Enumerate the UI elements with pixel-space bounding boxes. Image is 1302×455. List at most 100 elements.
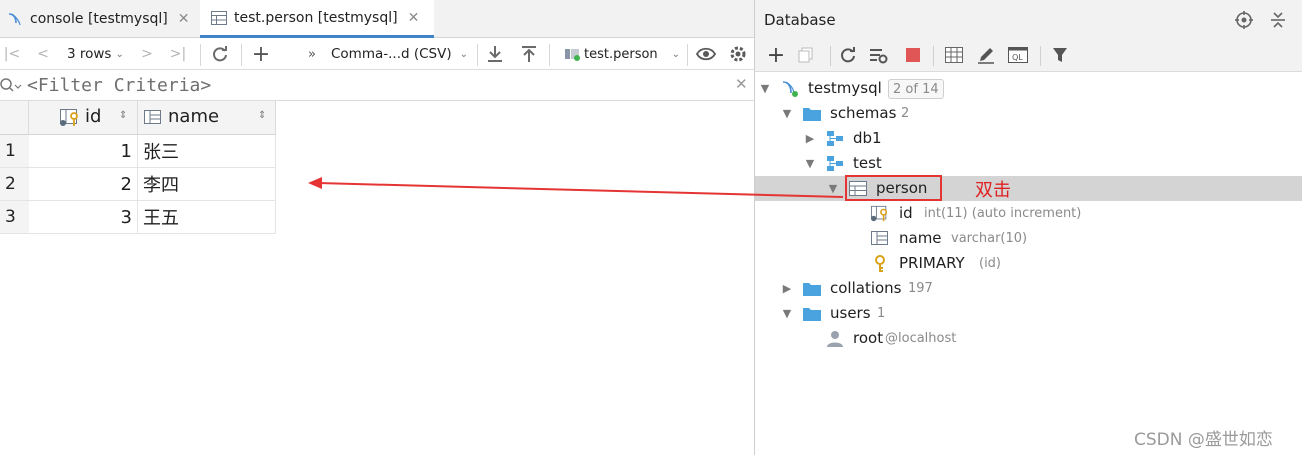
table-cell-name[interactable]: 张三 [138, 135, 276, 168]
column-header-name[interactable]: name ⇕ [138, 101, 276, 135]
table-cell-name[interactable]: 王五 [138, 201, 276, 234]
column-icon [144, 110, 162, 129]
chevron-down-icon[interactable]: ▼ [759, 82, 771, 95]
user-icon [826, 330, 844, 347]
upload-icon[interactable] [518, 38, 540, 70]
filter-icon[interactable] [1049, 44, 1071, 66]
tree-node-count: 197 [908, 281, 933, 296]
table-cell-id[interactable]: 3 [29, 201, 138, 234]
stop-icon[interactable] [902, 44, 924, 66]
add-row-icon[interactable]: + [249, 38, 273, 70]
table-icon [210, 10, 228, 26]
filter-bar[interactable]: <Filter Criteria> ✕ [0, 70, 754, 101]
row-number[interactable]: 3 [0, 201, 29, 234]
filter-input[interactable]: <Filter Criteria> [27, 75, 211, 96]
folder-icon [803, 305, 821, 322]
chevron-down-icon[interactable]: ▼ [781, 107, 793, 120]
export-format-selector[interactable]: Comma-...d (CSV) ⌄ [331, 38, 468, 70]
tab-test-person[interactable]: test.person [testmysql] ✕ [200, 0, 434, 38]
user-host: @localhost [885, 331, 957, 346]
close-icon[interactable]: ✕ [735, 75, 748, 93]
schema-settings-icon[interactable] [867, 44, 889, 66]
table-cell-name[interactable]: 李四 [138, 168, 276, 201]
view-icon[interactable] [694, 38, 718, 70]
download-icon[interactable] [484, 38, 506, 70]
tree-node-label: PRIMARY [899, 254, 965, 272]
first-page-icon[interactable]: |< [3, 38, 21, 70]
schema-icon [826, 155, 844, 172]
close-icon[interactable]: ✕ [178, 11, 190, 27]
crosshair-icon[interactable] [1235, 11, 1253, 33]
tree-node-label: schemas [830, 104, 897, 122]
refresh-icon[interactable] [837, 44, 859, 66]
rows-label: 3 rows [67, 46, 112, 62]
count-badge: 2 of 14 [888, 79, 944, 99]
toolbar-divider [933, 46, 934, 66]
close-icon[interactable]: ✕ [408, 10, 420, 26]
tree-node-label: collations [830, 279, 902, 297]
tree-node-test[interactable]: ▼ test [755, 151, 1302, 176]
table-editor-icon[interactable] [943, 44, 965, 66]
chevron-down-icon: ⌄ [671, 48, 681, 60]
next-page-icon[interactable]: > [138, 38, 156, 70]
query-console-icon[interactable]: QL [1007, 44, 1029, 66]
row-number[interactable]: 2 [0, 168, 29, 201]
tree-node-column-id[interactable]: id int(11) (auto increment) [755, 201, 1302, 226]
database-connection-icon [781, 80, 799, 97]
refresh-icon[interactable] [208, 38, 232, 70]
tree-node-label: test [853, 154, 882, 172]
rows-selector[interactable]: 3 rows ⌄ [67, 38, 124, 70]
toolbar-divider [200, 44, 201, 66]
primary-key-column-icon [871, 205, 889, 222]
edit-icon[interactable] [975, 44, 997, 66]
tree-node-users[interactable]: ▼ users 1 [755, 301, 1302, 326]
toolbar-divider [477, 44, 478, 66]
toolbar-divider [241, 44, 242, 66]
editor-tab-bar: console [testmysql] ✕ test.person [testm… [0, 0, 754, 38]
tab-test-person-label: test.person [testmysql] [234, 9, 398, 26]
editor-pane: console [testmysql] ✕ test.person [testm… [0, 0, 754, 455]
table-ref-selector[interactable]: test.person ⌄ [563, 38, 680, 70]
table-icon [563, 46, 581, 62]
more-icon[interactable]: » [303, 38, 321, 70]
last-page-icon[interactable]: >| [167, 38, 189, 70]
copy-icon[interactable] [795, 44, 817, 66]
annotation-label: 双击 [975, 180, 1011, 201]
gear-icon[interactable] [727, 38, 749, 70]
tree-node-label: testmysql [808, 79, 882, 97]
table-cell-id[interactable]: 1 [29, 135, 138, 168]
tree-node-schemas[interactable]: ▼ schemas 2 [755, 101, 1302, 126]
panel-title: Database [764, 11, 836, 29]
add-icon[interactable]: + [765, 43, 787, 68]
tree-node-person[interactable]: ▼ person [755, 176, 1302, 201]
column-header-id-label: id [85, 106, 102, 127]
chevron-down-icon[interactable]: ▼ [781, 307, 793, 320]
tree-node-db1[interactable]: ▶ db1 [755, 126, 1302, 151]
tree-node-count: 1 [877, 306, 886, 321]
row-number[interactable]: 1 [0, 135, 29, 168]
chevron-down-icon[interactable]: ▼ [827, 182, 839, 195]
tree-node-column-name[interactable]: name varchar(10) [755, 226, 1302, 251]
tree-node-root-user[interactable]: root @localhost [755, 326, 1302, 351]
tab-console[interactable]: console [testmysql] ✕ [0, 0, 200, 38]
chevron-down-icon[interactable]: ▼ [804, 157, 816, 170]
sort-icon[interactable]: ⇕ [119, 110, 127, 121]
tree-node-count: 2 [901, 106, 910, 121]
tab-console-label: console [testmysql] [30, 11, 168, 27]
column-header-id[interactable]: id ⇕ [29, 101, 138, 135]
tree-node-connection[interactable]: ▼ testmysql 2 of 14 [755, 76, 1302, 101]
database-tree: ▼ testmysql 2 of 14 ▼ schemas 2 ▶ db1 ▼ … [755, 72, 1302, 455]
chevron-right-icon[interactable]: ▶ [804, 132, 816, 145]
table-cell-id[interactable]: 2 [29, 168, 138, 201]
sort-icon[interactable]: ⇕ [258, 110, 266, 121]
tree-node-label: root [853, 329, 884, 347]
chevron-right-icon[interactable]: ▶ [781, 282, 793, 295]
chevron-down-icon: ⌄ [115, 48, 124, 60]
console-icon [6, 11, 24, 27]
tree-node-collations[interactable]: ▶ collations 197 [755, 276, 1302, 301]
column-icon [871, 230, 889, 247]
column-type: varchar(10) [951, 231, 1028, 246]
prev-page-icon[interactable]: < [34, 38, 52, 70]
tree-node-primary-key[interactable]: PRIMARY (id) [755, 251, 1302, 276]
collapse-all-icon[interactable] [1270, 11, 1286, 33]
